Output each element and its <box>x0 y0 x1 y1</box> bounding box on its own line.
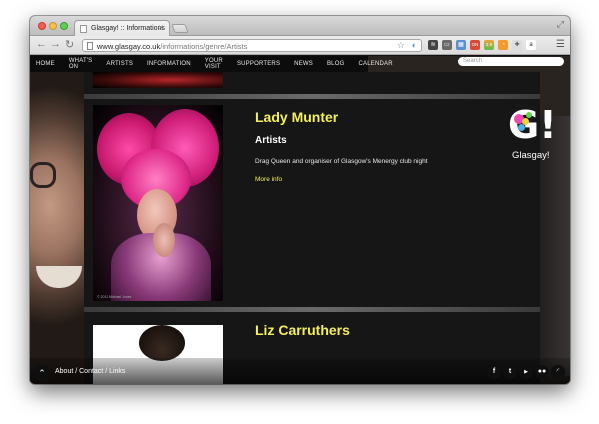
browser-window: Glasgay! :: Informations ✕ ⤢ ← → ↻ www.g… <box>30 16 570 384</box>
artist-description: Drag Queen and organiser of Glasgow's Me… <box>255 158 428 165</box>
artist-genre: Artists <box>255 135 287 146</box>
previous-entry-image[interactable] <box>93 72 223 88</box>
page-icon <box>87 42 93 50</box>
rss-extension-icon[interactable]: ◔ <box>498 40 508 50</box>
previous-entry <box>84 72 540 94</box>
nav-news[interactable]: NEWS <box>294 61 313 67</box>
browser-tab[interactable]: Glasgay! :: Informations ✕ <box>74 20 170 36</box>
page-favicon-icon <box>80 25 87 33</box>
youtube-icon[interactable]: ▶ <box>519 365 533 379</box>
address-bar[interactable]: www.glasgay.co.uk/informations/genre/Art… <box>82 39 422 52</box>
logo-splash-green <box>526 112 532 118</box>
url-path: /informations/genre/Artists <box>160 42 248 51</box>
nav-supporters[interactable]: SUPPORTERS <box>237 61 280 67</box>
browser-titlebar: Glasgay! :: Informations ✕ ⤢ <box>30 16 570 36</box>
extension-badge-icon[interactable]: ON <box>470 40 480 50</box>
twitter-icon[interactable]: t <box>503 365 517 379</box>
tab-title: Glasgay! :: Informations <box>91 25 165 32</box>
close-tab-icon[interactable]: ✕ <box>158 24 164 32</box>
browser-menu-icon[interactable]: ☰ <box>556 39 565 50</box>
nav-whats-on[interactable]: WHAT'S ON <box>69 58 93 70</box>
extension-counter-icon[interactable]: 3.9 <box>484 40 494 50</box>
site-search-input[interactable]: Search <box>458 57 564 66</box>
artist-entry: © 2011 Michael Jones Lady Munter Artists… <box>84 99 540 307</box>
fullscreen-icon[interactable]: ⤢ <box>557 19 564 30</box>
scroll-up-icon[interactable]: ⌃ <box>34 365 50 381</box>
logo-mark: G! <box>508 103 557 147</box>
new-tab-button[interactable] <box>171 24 189 33</box>
web-page: HOME WHAT'S ON ARTISTS INFORMATION YOUR … <box>30 56 570 384</box>
rss-icon[interactable]: ◜ <box>551 365 565 379</box>
artist-photo[interactable]: © 2011 Michael Jones <box>93 105 223 301</box>
nav-artists[interactable]: ARTISTS <box>106 61 133 67</box>
layers-extension-icon[interactable]: ≋ <box>428 40 438 50</box>
photo-hair <box>139 325 185 361</box>
puzzle-extension-icon[interactable]: ✚ <box>512 40 522 50</box>
more-info-link[interactable]: More info <box>255 176 282 183</box>
logo-text: Glasgay! <box>512 150 550 161</box>
photo-credit: © 2011 Michael Jones <box>97 295 132 299</box>
browser-toolbar: ← → ↻ www.glasgay.co.uk/informations/gen… <box>30 36 570 55</box>
extension-icon[interactable]: ▭ <box>442 40 452 50</box>
forward-icon[interactable]: → <box>50 38 61 50</box>
artist-name[interactable]: Liz Carruthers <box>255 322 350 338</box>
logo-splash-blue <box>518 124 525 131</box>
glasgay-logo[interactable]: G! Glasgay! <box>506 106 560 170</box>
zoom-window-button[interactable] <box>60 22 68 30</box>
site-footer: ⌃ About / Contact / Links f t ▶ ●● ◜ <box>30 358 570 384</box>
footer-links[interactable]: About / Contact / Links <box>55 368 125 375</box>
nav-information[interactable]: INFORMATION <box>147 61 191 67</box>
background-glasses <box>30 162 56 188</box>
photo-hand <box>153 223 175 257</box>
nav-calendar[interactable]: CALENDAR <box>358 61 392 67</box>
bookmark-star-icon[interactable]: ☆ <box>397 40 405 51</box>
back-icon[interactable]: ← <box>36 38 47 50</box>
close-window-button[interactable] <box>38 22 46 30</box>
site-nav: HOME WHAT'S ON ARTISTS INFORMATION YOUR … <box>30 56 393 72</box>
calendar-extension-icon[interactable]: ▦ <box>456 40 466 50</box>
artist-list: © 2011 Michael Jones Lady Munter Artists… <box>84 72 540 384</box>
facebook-icon[interactable]: f <box>487 365 501 379</box>
translate-icon[interactable]: ◐ <box>412 40 417 50</box>
minimize-window-button[interactable] <box>49 22 57 30</box>
reload-icon[interactable]: ↻ <box>65 38 74 51</box>
amazon-extension-icon[interactable]: a <box>526 40 536 50</box>
nav-your-visit[interactable]: YOUR VISIT <box>205 58 223 70</box>
url-host: www.glasgay.co.uk <box>97 42 161 51</box>
nav-home[interactable]: HOME <box>36 61 55 67</box>
artist-name[interactable]: Lady Munter <box>255 109 338 125</box>
flickr-icon[interactable]: ●● <box>535 365 549 379</box>
nav-blog[interactable]: BLOG <box>327 61 344 67</box>
